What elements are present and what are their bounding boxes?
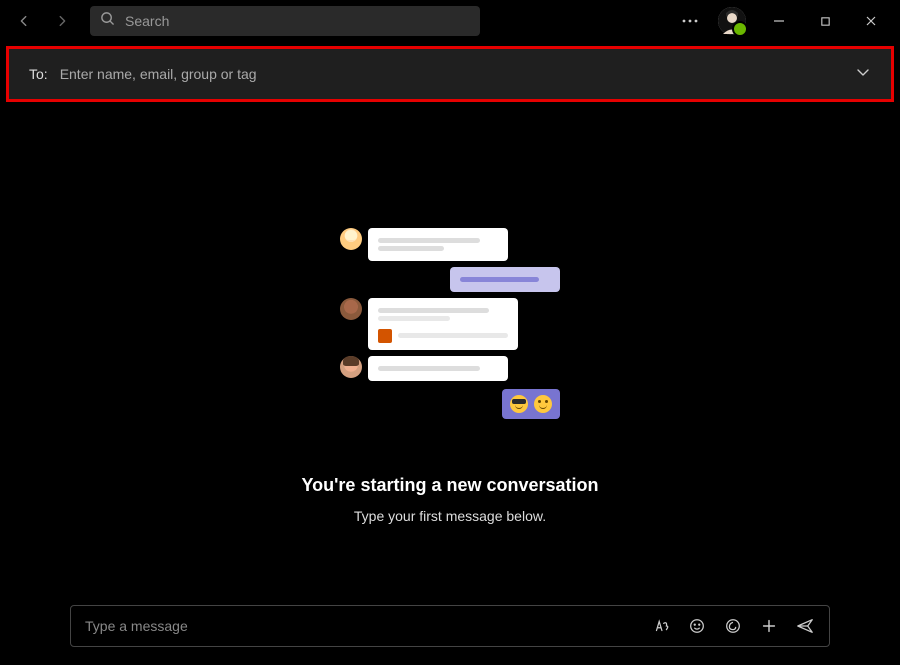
empty-state-heading: You're starting a new conversation (301, 475, 598, 496)
compose-box (70, 605, 830, 647)
empty-state-subtext: Type your first message below. (354, 508, 546, 524)
more-button[interactable] (674, 5, 706, 37)
format-button[interactable] (645, 610, 677, 642)
chevron-down-icon[interactable] (855, 64, 871, 85)
maximize-button[interactable] (804, 5, 846, 37)
to-label: To: (29, 66, 48, 82)
empty-state: You're starting a new conversation Type … (0, 106, 900, 595)
gif-button[interactable] (717, 610, 749, 642)
send-button[interactable] (789, 610, 821, 642)
minimize-button[interactable] (758, 5, 800, 37)
recipients-input[interactable] (60, 66, 855, 82)
close-button[interactable] (850, 5, 892, 37)
emoji-button[interactable] (681, 610, 713, 642)
user-avatar[interactable] (718, 7, 746, 35)
recipients-bar: To: (6, 46, 894, 102)
forward-button[interactable] (46, 5, 78, 37)
search-input[interactable] (125, 13, 470, 29)
attach-button[interactable] (753, 610, 785, 642)
message-input[interactable] (85, 618, 645, 634)
titlebar (0, 0, 900, 42)
back-button[interactable] (8, 5, 40, 37)
search-icon (100, 11, 115, 31)
search-box[interactable] (90, 6, 480, 36)
conversation-illustration (340, 228, 560, 425)
